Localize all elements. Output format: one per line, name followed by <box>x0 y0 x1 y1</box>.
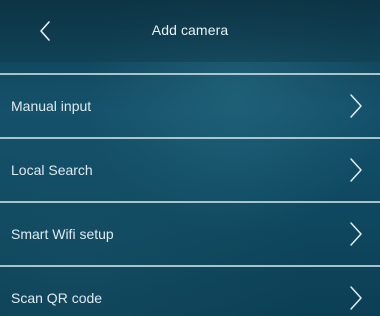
chevron-right-icon <box>350 94 362 118</box>
page-title: Add camera <box>151 22 229 38</box>
chevron-right-icon <box>350 158 362 182</box>
menu-item-label: Scan QR code <box>11 290 103 306</box>
menu-item-manual-input[interactable]: Manual input <box>0 75 380 137</box>
menu-item-scan-qr-code[interactable]: Scan QR code <box>0 267 380 316</box>
header-bar: Add camera <box>0 0 380 62</box>
menu-item-label: Local Search <box>11 162 93 178</box>
add-camera-menu: Manual input Local Search Smart Wifi set… <box>0 73 380 316</box>
chevron-right-icon <box>350 286 362 310</box>
menu-item-local-search[interactable]: Local Search <box>0 139 380 201</box>
menu-item-label: Smart Wifi setup <box>11 226 114 242</box>
menu-item-label: Manual input <box>11 98 92 114</box>
add-camera-screen: Add camera Manual input Local Search Sma… <box>0 0 380 316</box>
chevron-right-icon <box>350 222 362 246</box>
menu-item-smart-wifi-setup[interactable]: Smart Wifi setup <box>0 203 380 265</box>
